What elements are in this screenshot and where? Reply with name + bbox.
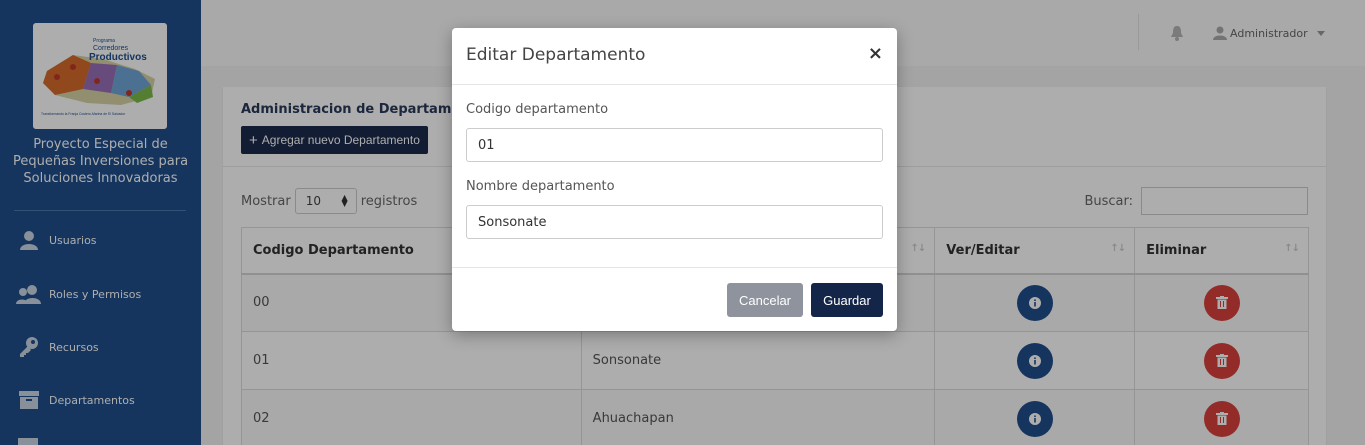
modal-title: Editar Departamento [466, 45, 646, 65]
close-icon[interactable]: × [868, 45, 883, 63]
cancel-button[interactable]: Cancelar [727, 283, 803, 317]
nombre-label: Nombre departamento [466, 179, 615, 194]
modal-footer: Cancelar Guardar [452, 267, 897, 331]
nombre-input[interactable]: Sonsonate [466, 205, 883, 239]
save-button[interactable]: Guardar [811, 283, 883, 317]
modal-header: Editar Departamento × [452, 28, 897, 85]
codigo-label: Codigo departamento [466, 102, 609, 117]
codigo-input[interactable]: 01 [466, 128, 883, 162]
edit-department-modal: Editar Departamento × Codigo departament… [452, 28, 897, 331]
